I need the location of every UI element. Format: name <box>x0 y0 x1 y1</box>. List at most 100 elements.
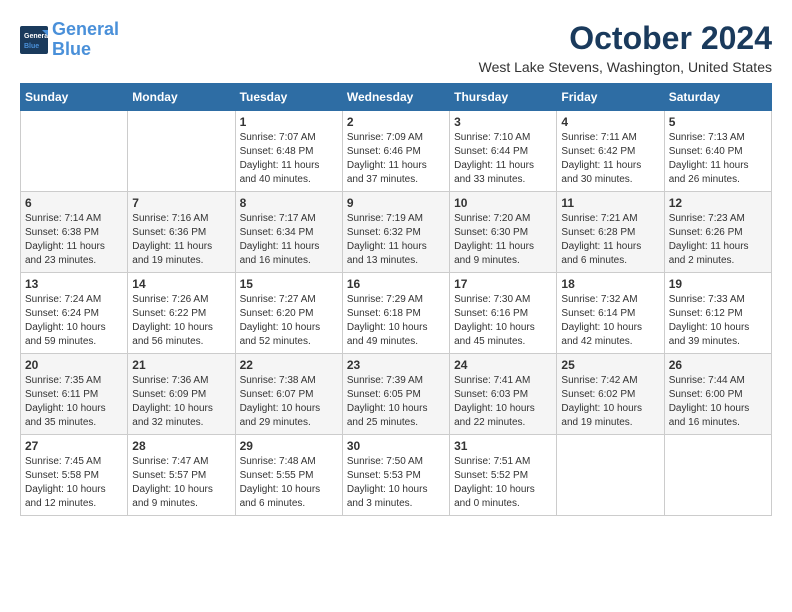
day-number: 13 <box>25 277 123 291</box>
calendar-cell <box>664 435 771 516</box>
day-number: 12 <box>669 196 767 210</box>
day-info: Sunrise: 7:51 AM Sunset: 5:52 PM Dayligh… <box>454 455 552 511</box>
day-info: Sunrise: 7:38 AM Sunset: 6:07 PM Dayligh… <box>240 374 338 430</box>
calendar-cell: 30 Sunrise: 7:50 AM Sunset: 5:53 PM Dayli… <box>342 435 449 516</box>
svg-text:Blue: Blue <box>24 43 39 50</box>
day-info: Sunrise: 7:24 AM Sunset: 6:24 PM Dayligh… <box>25 293 123 349</box>
calendar-cell: 15 Sunrise: 7:27 AM Sunset: 6:20 PM Dayli… <box>235 273 342 354</box>
day-number: 27 <box>25 439 123 453</box>
title-area: October 2024 West Lake Stevens, Washingt… <box>479 20 772 75</box>
day-number: 19 <box>669 277 767 291</box>
day-number: 1 <box>240 115 338 129</box>
day-info: Sunrise: 7:41 AM Sunset: 6:03 PM Dayligh… <box>454 374 552 430</box>
page-header: General Blue General Blue October 2024 W… <box>20 20 772 75</box>
location-title: West Lake Stevens, Washington, United St… <box>479 59 772 75</box>
calendar-cell: 26 Sunrise: 7:44 AM Sunset: 6:00 PM Dayli… <box>664 354 771 435</box>
calendar-cell: 18Sunrise: 7:32 AM Sunset: 6:14 PM Dayli… <box>557 273 664 354</box>
day-info: Sunrise: 7:07 AM Sunset: 6:48 PM Dayligh… <box>240 131 338 187</box>
calendar-cell <box>557 435 664 516</box>
day-number: 20 <box>25 358 123 372</box>
day-number: 25 <box>561 358 659 372</box>
calendar-cell: 21 Sunrise: 7:36 AM Sunset: 6:09 PM Dayli… <box>128 354 235 435</box>
day-number: 22 <box>240 358 338 372</box>
logo-icon: General Blue <box>20 26 48 54</box>
day-info: Sunrise: 7:27 AM Sunset: 6:20 PM Dayligh… <box>240 293 338 349</box>
calendar-cell: 10 Sunrise: 7:20 AM Sunset: 6:30 PM Dayli… <box>450 192 557 273</box>
column-header-thursday: Thursday <box>450 84 557 111</box>
day-info: Sunrise: 7:17 AM Sunset: 6:34 PM Dayligh… <box>240 212 338 268</box>
calendar-cell: 2 Sunrise: 7:09 AM Sunset: 6:46 PM Daylig… <box>342 111 449 192</box>
month-title: October 2024 <box>479 20 772 57</box>
logo: General Blue General Blue <box>20 20 119 60</box>
day-info: Sunrise: 7:20 AM Sunset: 6:30 PM Dayligh… <box>454 212 552 268</box>
day-number: 15 <box>240 277 338 291</box>
calendar-cell: 31 Sunrise: 7:51 AM Sunset: 5:52 PM Dayli… <box>450 435 557 516</box>
day-info: Sunrise: 7:29 AM Sunset: 6:18 PM Dayligh… <box>347 293 445 349</box>
calendar-cell <box>21 111 128 192</box>
logo-blue: Blue <box>52 39 91 59</box>
calendar-cell: 16 Sunrise: 7:29 AM Sunset: 6:18 PM Dayli… <box>342 273 449 354</box>
calendar-week-row: 13 Sunrise: 7:24 AM Sunset: 6:24 PM Dayli… <box>21 273 772 354</box>
calendar-cell: 5 Sunrise: 7:13 AM Sunset: 6:40 PM Daylig… <box>664 111 771 192</box>
day-number: 10 <box>454 196 552 210</box>
day-info: Sunrise: 7:23 AM Sunset: 6:26 PM Dayligh… <box>669 212 767 268</box>
day-number: 21 <box>132 358 230 372</box>
day-number: 28 <box>132 439 230 453</box>
day-number: 9 <box>347 196 445 210</box>
day-info: Sunrise: 7:50 AM Sunset: 5:53 PM Dayligh… <box>347 455 445 511</box>
day-info: Sunrise: 7:47 AM Sunset: 5:57 PM Dayligh… <box>132 455 230 511</box>
day-number: 24 <box>454 358 552 372</box>
calendar-cell: 25 Sunrise: 7:42 AM Sunset: 6:02 PM Dayli… <box>557 354 664 435</box>
calendar-week-row: 6Sunrise: 7:14 AM Sunset: 6:38 PM Daylig… <box>21 192 772 273</box>
day-number: 3 <box>454 115 552 129</box>
day-info: Sunrise: 7:13 AM Sunset: 6:40 PM Dayligh… <box>669 131 767 187</box>
day-info: Sunrise: 7:42 AM Sunset: 6:02 PM Dayligh… <box>561 374 659 430</box>
day-info: Sunrise: 7:36 AM Sunset: 6:09 PM Dayligh… <box>132 374 230 430</box>
calendar-week-row: 20Sunrise: 7:35 AM Sunset: 6:11 PM Dayli… <box>21 354 772 435</box>
day-number: 16 <box>347 277 445 291</box>
day-number: 26 <box>669 358 767 372</box>
logo-general: General <box>52 19 119 39</box>
column-header-monday: Monday <box>128 84 235 111</box>
logo-text: General Blue <box>52 20 119 60</box>
day-number: 4 <box>561 115 659 129</box>
day-number: 30 <box>347 439 445 453</box>
day-info: Sunrise: 7:14 AM Sunset: 6:38 PM Dayligh… <box>25 212 123 268</box>
calendar-cell: 7Sunrise: 7:16 AM Sunset: 6:36 PM Daylig… <box>128 192 235 273</box>
calendar-cell: 8Sunrise: 7:17 AM Sunset: 6:34 PM Daylig… <box>235 192 342 273</box>
day-number: 14 <box>132 277 230 291</box>
day-info: Sunrise: 7:48 AM Sunset: 5:55 PM Dayligh… <box>240 455 338 511</box>
day-number: 18 <box>561 277 659 291</box>
day-number: 5 <box>669 115 767 129</box>
calendar-cell: 3Sunrise: 7:10 AM Sunset: 6:44 PM Daylig… <box>450 111 557 192</box>
column-header-sunday: Sunday <box>21 84 128 111</box>
day-info: Sunrise: 7:21 AM Sunset: 6:28 PM Dayligh… <box>561 212 659 268</box>
day-info: Sunrise: 7:11 AM Sunset: 6:42 PM Dayligh… <box>561 131 659 187</box>
day-info: Sunrise: 7:30 AM Sunset: 6:16 PM Dayligh… <box>454 293 552 349</box>
calendar-cell: 14Sunrise: 7:26 AM Sunset: 6:22 PM Dayli… <box>128 273 235 354</box>
day-number: 31 <box>454 439 552 453</box>
calendar-cell: 6Sunrise: 7:14 AM Sunset: 6:38 PM Daylig… <box>21 192 128 273</box>
calendar-week-row: 27 Sunrise: 7:45 AM Sunset: 5:58 PM Dayli… <box>21 435 772 516</box>
day-number: 23 <box>347 358 445 372</box>
day-info: Sunrise: 7:45 AM Sunset: 5:58 PM Dayligh… <box>25 455 123 511</box>
calendar-cell: 11 Sunrise: 7:21 AM Sunset: 6:28 PM Dayli… <box>557 192 664 273</box>
calendar-week-row: 1 Sunrise: 7:07 AM Sunset: 6:48 PM Daylig… <box>21 111 772 192</box>
calendar-cell <box>128 111 235 192</box>
day-info: Sunrise: 7:44 AM Sunset: 6:00 PM Dayligh… <box>669 374 767 430</box>
calendar-cell: 17Sunrise: 7:30 AM Sunset: 6:16 PM Dayli… <box>450 273 557 354</box>
calendar-header-row: SundayMondayTuesdayWednesdayThursdayFrid… <box>21 84 772 111</box>
day-number: 11 <box>561 196 659 210</box>
column-header-tuesday: Tuesday <box>235 84 342 111</box>
day-info: Sunrise: 7:09 AM Sunset: 6:46 PM Dayligh… <box>347 131 445 187</box>
calendar-cell: 19Sunrise: 7:33 AM Sunset: 6:12 PM Dayli… <box>664 273 771 354</box>
column-header-wednesday: Wednesday <box>342 84 449 111</box>
calendar-cell: 9 Sunrise: 7:19 AM Sunset: 6:32 PM Daylig… <box>342 192 449 273</box>
calendar-cell: 1 Sunrise: 7:07 AM Sunset: 6:48 PM Daylig… <box>235 111 342 192</box>
day-number: 2 <box>347 115 445 129</box>
day-info: Sunrise: 7:19 AM Sunset: 6:32 PM Dayligh… <box>347 212 445 268</box>
calendar-cell: 23 Sunrise: 7:39 AM Sunset: 6:05 PM Dayli… <box>342 354 449 435</box>
day-info: Sunrise: 7:39 AM Sunset: 6:05 PM Dayligh… <box>347 374 445 430</box>
calendar-cell: 20Sunrise: 7:35 AM Sunset: 6:11 PM Dayli… <box>21 354 128 435</box>
calendar-cell: 29Sunrise: 7:48 AM Sunset: 5:55 PM Dayli… <box>235 435 342 516</box>
